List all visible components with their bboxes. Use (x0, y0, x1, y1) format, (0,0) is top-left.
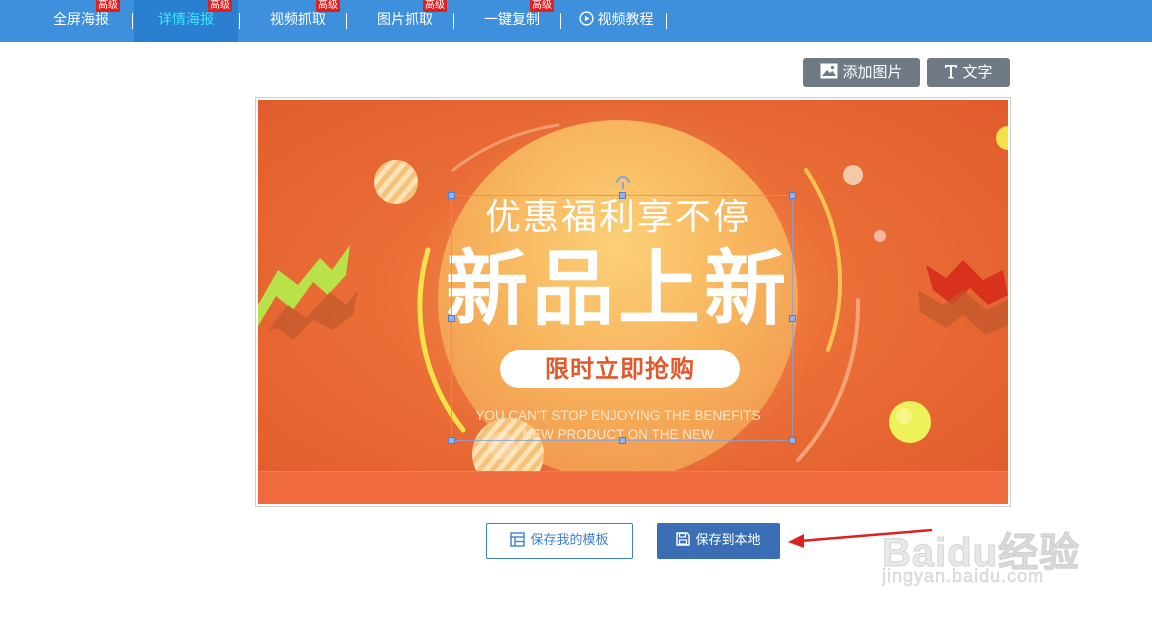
premium-badge: 高级 (96, 0, 120, 12)
top-navigation: 全屏海报 高级 详情海报 高级 视频抓取 高级 图片抓取 高级 一键复制 高级 … (0, 0, 1152, 42)
nav-item-video-tutorial[interactable]: 视频教程 (570, 0, 662, 42)
text-icon (945, 64, 958, 78)
text-label: 文字 (962, 63, 993, 81)
nav-item-label: 详情海报 (158, 12, 214, 28)
poster-floor (258, 472, 1008, 504)
add-image-label: 添加图片 (842, 63, 903, 81)
resize-handle[interactable] (448, 192, 455, 199)
premium-badge: 高级 (530, 0, 554, 12)
save-template-label: 保存我的模板 (530, 533, 609, 548)
nav-item-label: 视频抓取 (270, 12, 326, 28)
nav-separator (346, 13, 347, 29)
nav-item-label: 图片抓取 (377, 12, 433, 28)
resize-handle[interactable] (448, 437, 455, 444)
nav-item-fullscreen-poster[interactable]: 全屏海报 高级 (36, 0, 126, 42)
nav-item-label: 视频教程 (597, 12, 654, 28)
resize-handle[interactable] (789, 437, 796, 444)
resize-handle[interactable] (789, 315, 796, 322)
rotate-handle-icon[interactable] (613, 173, 633, 189)
resize-handle[interactable] (619, 192, 626, 199)
nav-item-label: 一键复制 (484, 12, 540, 28)
nav-separator (560, 13, 561, 29)
save-to-local-button[interactable]: 保存到本地 (657, 523, 780, 559)
premium-badge: 高级 (316, 0, 340, 12)
nav-item-one-click-copy[interactable]: 一键复制 高级 (464, 0, 560, 42)
nav-item-video-capture[interactable]: 视频抓取 高级 (250, 0, 346, 42)
play-circle-icon (578, 11, 594, 26)
add-image-button[interactable]: 添加图片 (803, 58, 920, 87)
baidu-watermark: Baidu经验 jingyan.baidu.com (881, 520, 1102, 600)
poster-canvas[interactable]: 优惠福利享不停 新品上新 限时立即抢购 YOU CAN'T STOP ENJOY… (255, 97, 1011, 507)
selection-box[interactable] (448, 176, 796, 444)
poster-image: 优惠福利享不停 新品上新 限时立即抢购 YOU CAN'T STOP ENJOY… (258, 100, 1008, 504)
watermark-url-text: jingyan.baidu.com (882, 566, 1045, 587)
resize-handle[interactable] (789, 192, 796, 199)
nav-item-label: 全屏海报 (53, 12, 109, 28)
image-icon (820, 63, 838, 79)
save-disk-icon (676, 532, 691, 546)
nav-separator (453, 13, 454, 29)
nav-separator (666, 13, 667, 29)
template-icon (510, 531, 526, 547)
save-local-label: 保存到本地 (695, 533, 761, 548)
nav-item-detail-poster[interactable]: 详情海报 高级 (134, 0, 238, 42)
resize-handle[interactable] (448, 315, 455, 322)
nav-item-image-capture[interactable]: 图片抓取 高级 (357, 0, 453, 42)
add-text-button[interactable]: 文字 (927, 58, 1010, 87)
premium-badge: 高级 (423, 0, 447, 12)
nav-separator (239, 13, 240, 29)
resize-handle[interactable] (619, 437, 626, 444)
nav-separator (132, 13, 133, 29)
save-my-template-button[interactable]: 保存我的模板 (486, 523, 633, 559)
premium-badge: 高级 (208, 0, 232, 12)
